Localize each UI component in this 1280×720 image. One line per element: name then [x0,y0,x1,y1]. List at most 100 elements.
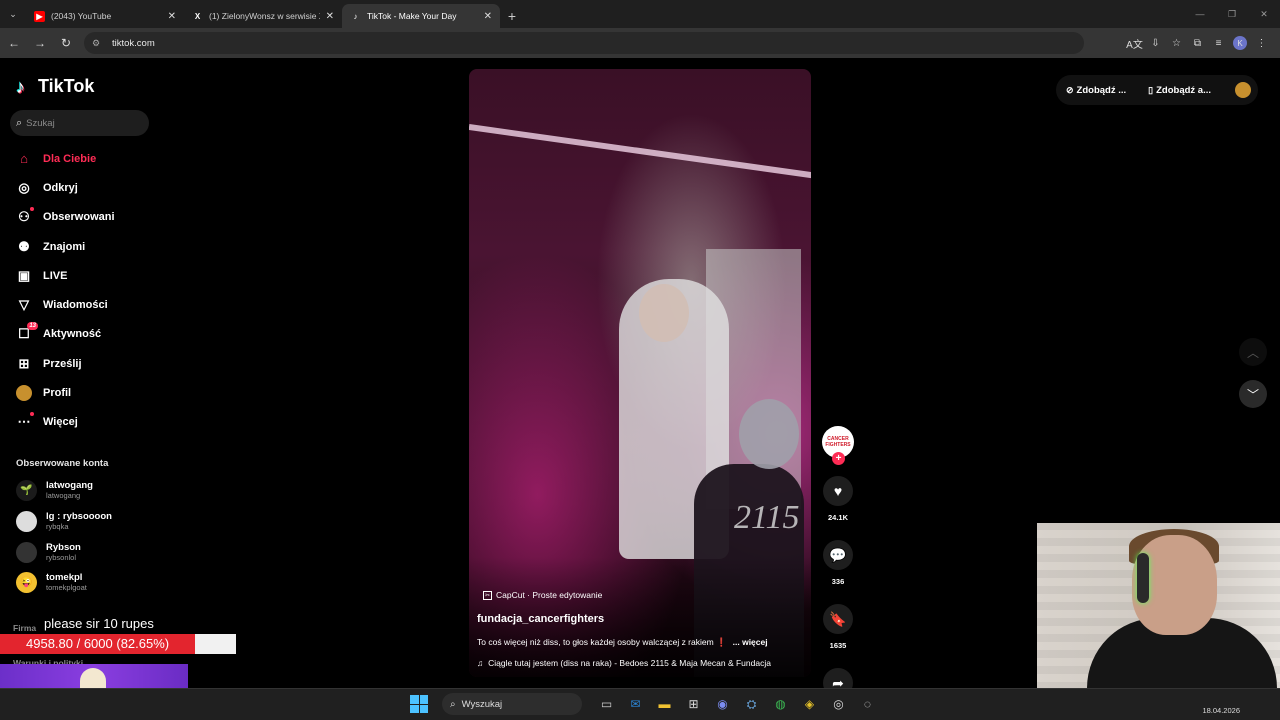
music-note-icon: ♫ [477,658,484,668]
account-handle: tomekplgoat [46,583,87,592]
sidebar-item-wiadomosci[interactable]: ▽ Wiadomości [16,290,115,319]
translate-icon[interactable]: A文 [1124,31,1145,55]
sidebar-item-label: LIVE [43,269,68,282]
sidebar-item-profil[interactable]: Profil [16,378,115,407]
followed-account[interactable]: Rybson rybsonlol [16,542,81,563]
close-window-icon[interactable]: ✕ [1248,0,1280,28]
reading-list-icon[interactable]: ≡ [1208,31,1229,55]
sidebar-item-label: Dla Ciebie [43,152,97,165]
avatar[interactable] [1235,82,1251,98]
search-icon: ⌕ [16,116,23,129]
file-explorer-icon[interactable]: ▬ [650,693,679,715]
description-text: To coś więcej niż diss, to głos każdej o… [477,637,727,647]
followed-account[interactable]: 😜 tomekpl tomekplgoat [16,572,87,593]
chevron-up-icon: ︿ [1246,345,1259,360]
tab-tiktok[interactable]: ♪ TikTok - Make Your Day ✕ [342,4,500,28]
capcut-tag[interactable]: ✂ CapCut · Proste edytowanie [483,590,602,600]
search-placeholder: Szukaj [26,117,55,129]
outlook-icon[interactable]: ✉ [621,693,650,715]
video-music[interactable]: ♫ Ciągle tutaj jestem (diss na raka) - B… [477,658,802,668]
bookmark-star-icon[interactable]: ☆ [1166,31,1187,55]
video-description: To coś więcej niż diss, to głos każdej o… [477,637,807,648]
get-app-button[interactable]: ▯ Zdobądź a... [1148,85,1211,96]
comment-icon[interactable]: 💬 [823,540,853,570]
url-text: tiktok.com [112,37,155,49]
search-icon: ⌕ [450,698,456,710]
previous-video-button[interactable]: ︿ [1239,338,1267,366]
menu-dots-icon[interactable]: ⋮ [1251,31,1272,55]
get-coins-button[interactable]: ⊘ Zdobądź ... [1066,85,1126,96]
tiktok-icon: ♪ [353,11,358,21]
discord-icon[interactable]: ◉ [708,693,737,715]
install-app-icon[interactable]: ⇩ [1145,31,1166,55]
profile-avatar[interactable]: K [1233,36,1247,50]
close-icon[interactable]: ✕ [326,11,334,22]
followed-account[interactable]: lg : rybsoooon rybqka [16,511,112,532]
search-input[interactable]: ⌕ Szukaj [10,110,149,136]
more-link[interactable]: ... więcej [733,637,768,648]
heart-icon[interactable]: ♥ [823,476,853,506]
taskbar-search[interactable]: ⌕ Wyszukaj [442,693,582,715]
bookmark-icon[interactable]: 🔖 [823,604,853,634]
taskbar-search-placeholder: Wyszukaj [461,698,503,710]
like-action[interactable]: ♥ 24.1K [822,476,854,522]
obs-icon[interactable]: ◎ [824,693,853,715]
close-icon[interactable]: ✕ [168,11,176,22]
tab-youtube[interactable]: ▶ (2043) YouTube ✕ [26,4,184,28]
next-video-button[interactable]: ﹀ [1239,380,1267,408]
tiktok-icon: ♪ [16,76,25,97]
account-name: lg : rybsoooon [46,511,112,522]
site-info-icon[interactable]: ⚙ [92,38,104,49]
tab-title: TikTok - Make Your Day [367,11,457,21]
sidebar-item-aktywnosc[interactable]: ☐ 13 Aktywność [16,320,115,349]
window-controls: — ❐ ✕ [1184,0,1280,28]
address-bar[interactable]: ⚙ tiktok.com [84,32,1084,54]
followed-account[interactable]: 🌱 latwogang latwogang [16,480,93,501]
forward-icon[interactable]: → [28,31,52,55]
capcut-icon: ✂ [483,590,492,600]
sidebar-item-przeslij[interactable]: ⊞ Prześlij [16,349,115,378]
button-label: Zdobądź a... [1156,84,1211,96]
sidebar-item-live[interactable]: ▣ LIVE [16,261,115,290]
save-action[interactable]: 🔖 1635 [822,604,854,650]
account-name: Rybson [46,542,81,553]
tiktok-logo[interactable]: ♪ TikTok [16,76,94,97]
webcam-overlay [1037,523,1280,706]
tab-search-dropdown[interactable]: ⌄ [0,0,26,28]
sidebar-item-wiecej[interactable]: ⋯ Więcej [16,408,115,437]
follow-plus-icon[interactable]: + [832,452,845,465]
compass-icon: ◎ [18,179,30,195]
app-icon[interactable]: ◌ [853,693,882,715]
app-icon[interactable]: ◈ [795,693,824,715]
profile-icon [16,385,32,402]
sidebar-item-znajomi[interactable]: ⚉ Znajomi [16,232,115,261]
minimize-icon[interactable]: — [1184,0,1216,28]
reload-icon[interactable]: ↻ [54,31,78,55]
following-icon: ⚇ [16,207,34,225]
new-tab-button[interactable]: + [500,4,524,28]
video-author[interactable]: fundacja_cancerfighters [477,613,604,625]
comment-action[interactable]: 💬 336 [822,540,854,586]
maximize-icon[interactable]: ❐ [1216,0,1248,28]
sidebar-item-obserwowani[interactable]: ⚇ Obserwowani [16,203,115,232]
creator-avatar[interactable]: CANCER FIGHTERS + [822,426,854,465]
store-icon[interactable]: ⊞ [679,693,708,715]
windows-start-icon[interactable] [410,695,428,713]
tab-title: (2043) YouTube [51,11,112,21]
activity-icon: ☐ 13 [18,322,38,342]
tab-title: (1) ZielonyWonsz w serwisie X [209,11,320,21]
sidebar-item-odkryj[interactable]: ◎ Odkryj [16,173,115,202]
music-title: Ciągle tutaj jestem (diss na raka) - Bed… [488,658,771,668]
x-icon: X [194,11,201,21]
sidebar-item-dla-ciebie[interactable]: ⌂ Dla Ciebie [16,144,115,173]
task-view-icon[interactable]: ▭ [592,693,621,715]
footer-link-firma[interactable]: Firma [13,623,36,633]
sidebar-item-label: Wiadomości [43,299,108,312]
back-icon[interactable]: ← [2,31,26,55]
tab-x[interactable]: X (1) ZielonyWonsz w serwisie X ✕ [184,4,342,28]
close-icon[interactable]: ✕ [484,11,492,22]
video-player[interactable]: 2115 ✂ CapCut · Proste edytowanie fundac… [469,69,811,677]
steam-icon[interactable]: ⛭ [737,693,766,715]
chrome-icon[interactable]: ◍ [766,693,795,715]
extensions-icon[interactable]: ⧉ [1187,31,1208,55]
